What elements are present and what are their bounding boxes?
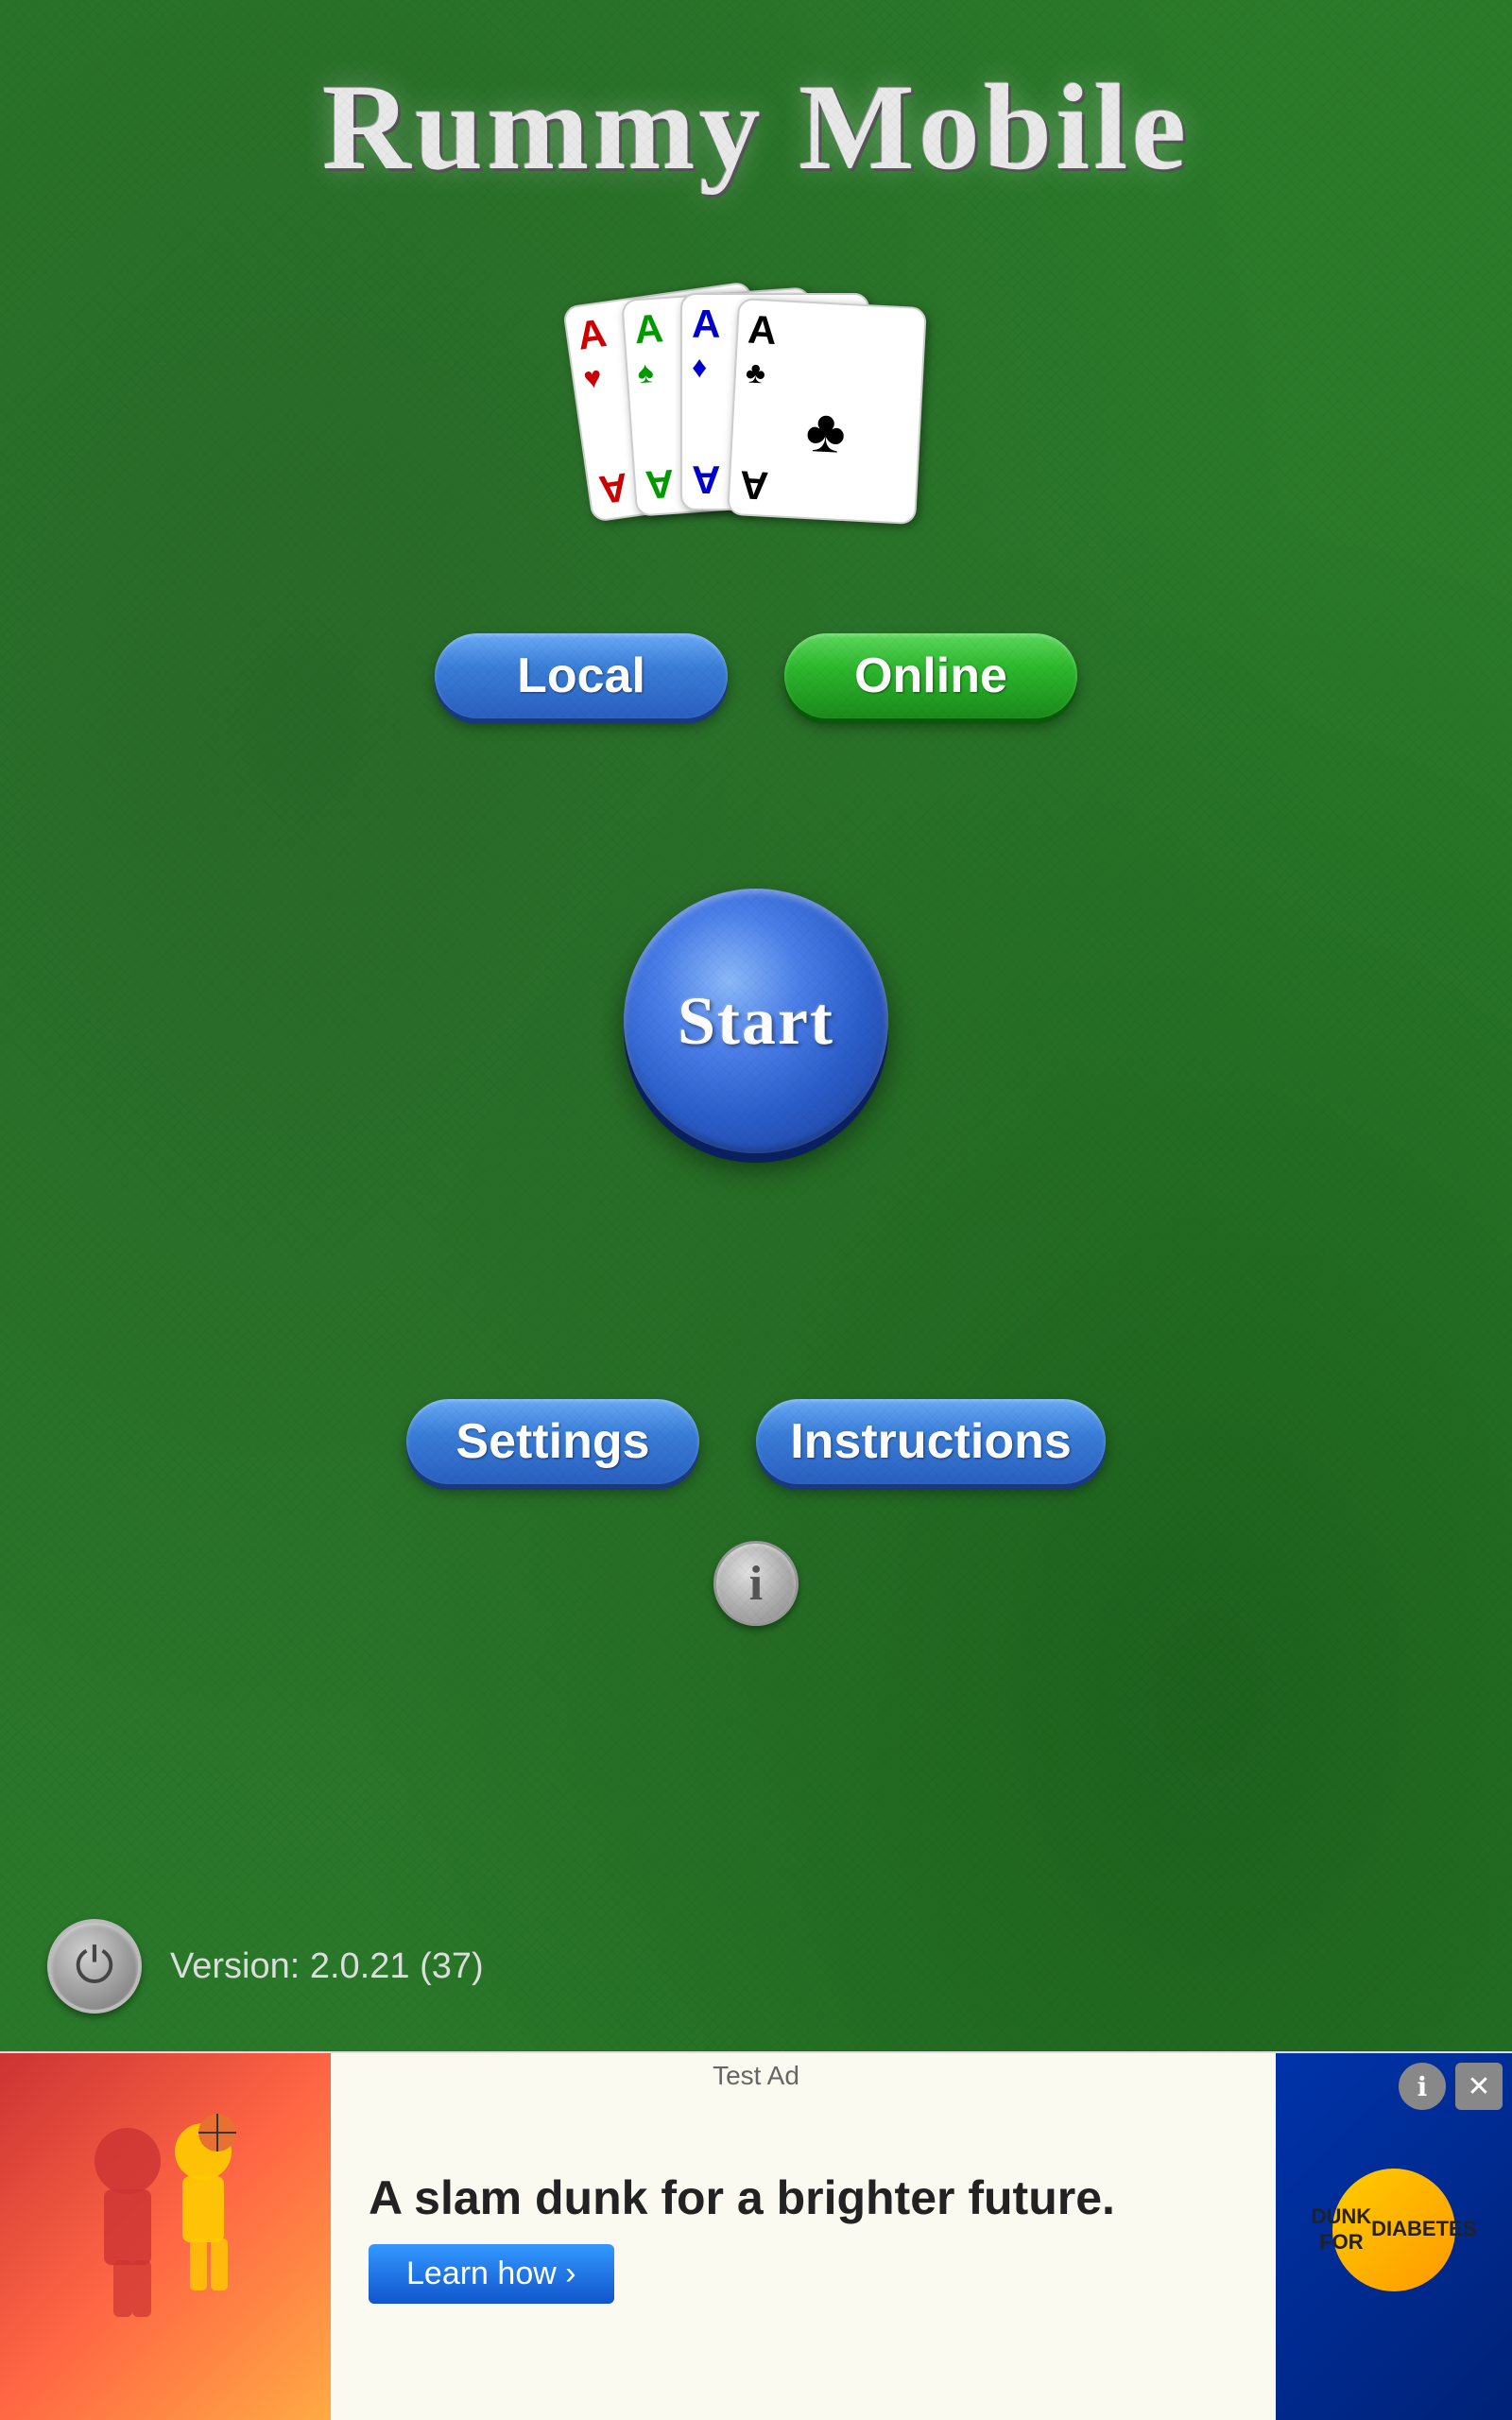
ad-close-button[interactable]: ✕ [1455, 2063, 1503, 2110]
settings-button[interactable]: Settings [406, 1399, 699, 1484]
info-button[interactable]: i [713, 1541, 799, 1626]
instructions-button[interactable]: Instructions [756, 1399, 1106, 1484]
ad-logo-badge: DUNK FOR DIABETES [1332, 2169, 1455, 2291]
ad-content: A slam dunk for a brighter future. Learn… [331, 2053, 1276, 2420]
ad-logo-line2: DIABETES [1371, 2217, 1476, 2241]
local-button[interactable]: Local [435, 633, 728, 718]
ad-test-label: Test Ad [713, 2061, 799, 2091]
ad-banner: Test Ad ℹ ✕ A slam dunk for a brighter f… [0, 2051, 1512, 2420]
ad-cta-button[interactable]: Learn how › [369, 2244, 614, 2304]
card-4: A♣ ♣ A [727, 298, 927, 525]
app-title: Rummy Mobile [0, 0, 1512, 199]
card-4-top: A♣ [745, 310, 915, 398]
power-button[interactable]: ⏻ [47, 1919, 142, 2014]
ad-info-icon[interactable]: ℹ [1399, 2063, 1446, 2110]
cards-deck: A♥ ♥ A A♠ ♠ A A♦ ♦ A A♣ ♣ A [576, 293, 936, 520]
online-button[interactable]: Online [784, 633, 1077, 718]
ad-headline: A slam dunk for a brighter future. [369, 2170, 1238, 2225]
start-container: Start [0, 889, 1512, 1153]
version-label: Version: 2.0.21 (37) [170, 1946, 484, 1987]
start-button[interactable]: Start [624, 889, 888, 1153]
ad-logo-line1: DUNK FOR [1312, 2204, 1372, 2255]
power-version-container: ⏻ Version: 2.0.21 (37) [47, 1919, 484, 2014]
cards-display: A♥ ♥ A A♠ ♠ A A♦ ♦ A A♣ ♣ A [0, 293, 1512, 520]
ad-image [0, 2053, 331, 2420]
info-container: i [0, 1541, 1512, 1626]
card-4-bottom: A [739, 464, 907, 512]
card-4-center: ♣ [741, 389, 911, 473]
secondary-buttons-container: Settings Instructions [0, 1399, 1512, 1484]
mode-buttons-container: Local Online [0, 633, 1512, 718]
